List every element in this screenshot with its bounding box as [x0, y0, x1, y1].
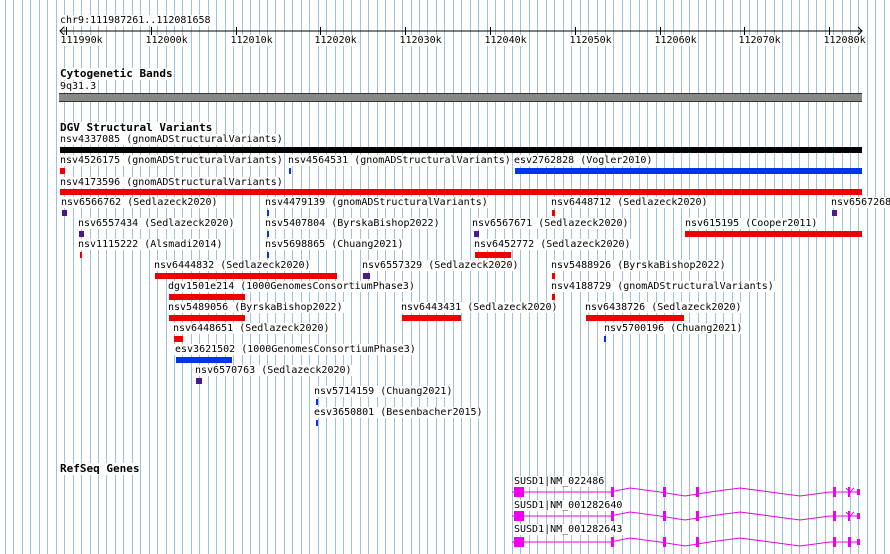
- sv-feature-nsv4173596[interactable]: [60, 189, 862, 195]
- sv-feature-esv3621502[interactable]: [176, 357, 232, 363]
- cytoband-bar[interactable]: [59, 93, 862, 102]
- feature-label: esv3621502 (1000GenomesConsortiumPhase3): [174, 344, 417, 355]
- feature-label: nsv6448651 (Sedlazeck2020): [172, 323, 331, 334]
- sv-feature-nsv5698865[interactable]: [267, 252, 269, 258]
- feature-label: nsv4479139 (gnomADStructuralVariants): [264, 197, 489, 208]
- feature-label: nsv6567671 (Sedlazeck2020): [471, 218, 630, 229]
- feature-label: nsv6557434 (Sedlazeck2020): [77, 218, 236, 229]
- feature-label: dgv1501e214 (1000GenomesConsortiumPhase3…: [167, 281, 416, 292]
- sv-feature-nsv5714159[interactable]: [316, 399, 318, 405]
- feature-label: nsv6448712 (Sedlazeck2020): [550, 197, 709, 208]
- dgv-track-title[interactable]: DGV Structural Variants: [59, 122, 214, 134]
- feature-label: nsv6444832 (Sedlazeck2020): [153, 260, 312, 271]
- ruler-tick-label: 112080k: [822, 35, 867, 46]
- ruler-tick-label: 112010k: [229, 35, 274, 46]
- sv-feature-nsv6567268[interactable]: [832, 210, 837, 216]
- feature-label: nsv1115222 (Alsmadi2014): [77, 239, 224, 250]
- transcript-NM_001282643[interactable]: [510, 535, 865, 549]
- cytoband-label: 9q31.3: [59, 81, 98, 92]
- sv-feature-esv3650801[interactable]: [316, 420, 318, 426]
- sv-feature-nsv6570763[interactable]: [196, 378, 202, 384]
- feature-label: nsv4526175 (gnomADStructuralVariants): [59, 155, 284, 166]
- feature-label: nsv6452772 (Sedlazeck2020): [473, 239, 632, 250]
- feature-label: nsv6557329 (Sedlazeck2020): [361, 260, 520, 271]
- sv-feature-esv2762828[interactable]: [515, 168, 862, 174]
- sv-feature-nsv4337085[interactable]: [60, 147, 862, 153]
- sv-feature-nsv5407804[interactable]: [267, 231, 269, 237]
- ruler-tick-label: 111990k: [59, 35, 104, 46]
- feature-label: nsv4173596 (gnomADStructuralVariants): [59, 177, 284, 188]
- feature-label: nsv4564531 (gnomADStructuralVariants): [287, 155, 512, 166]
- sv-feature-nsv6443431[interactable]: [402, 315, 461, 321]
- sv-feature-nsv615195[interactable]: [685, 231, 862, 237]
- sv-feature-nsv1115222[interactable]: [80, 252, 82, 258]
- transcript-NM_022486[interactable]: [510, 485, 865, 499]
- genome-browser-view: chr9:111987261..112081658 111990k 112000k…: [0, 0, 890, 554]
- feature-label: nsv6566762 (Sedlazeck2020): [60, 197, 219, 208]
- sv-feature-nsv6557329[interactable]: [363, 273, 370, 279]
- sv-feature-nsv6438726[interactable]: [586, 315, 684, 321]
- transcript-label: SUSD1|NM_001282643: [513, 524, 624, 535]
- ruler-tick-label: 112020k: [313, 35, 358, 46]
- cytoband-track-title[interactable]: Cytogenetic Bands: [59, 68, 174, 80]
- ruler-tick-label: 112070k: [737, 35, 782, 46]
- ruler-tick-label: 112040k: [483, 35, 528, 46]
- transcript-NM_001282640[interactable]: [510, 509, 865, 523]
- feature-label: nsv6438726 (Sedlazeck2020): [584, 302, 743, 313]
- sv-feature-nsv6448712[interactable]: [552, 210, 555, 216]
- feature-label: nsv5407804 (ByrskaBishop2022): [264, 218, 441, 229]
- feature-label: nsv5700196 (Chuang2021): [603, 323, 744, 334]
- sv-feature-nsv6452772[interactable]: [475, 252, 511, 258]
- refseq-track-title[interactable]: RefSeq Genes: [59, 463, 141, 475]
- sv-feature-nsv6557434[interactable]: [79, 231, 84, 237]
- feature-label: nsv615195 (Cooper2011): [684, 218, 819, 229]
- sv-feature-nsv5700196[interactable]: [604, 336, 606, 342]
- feature-label: nsv5698865 (Chuang2021): [264, 239, 405, 250]
- feature-label: nsv6567268: [830, 197, 890, 208]
- feature-label: nsv6443431 (Sedlazeck2020): [400, 302, 559, 313]
- sv-feature-nsv6567671[interactable]: [474, 231, 479, 237]
- sv-feature-dgv1501e214[interactable]: [169, 294, 245, 300]
- sv-feature-nsv6444832[interactable]: [155, 273, 337, 279]
- sv-feature-nsv4188729[interactable]: [552, 294, 555, 300]
- feature-label: esv2762828 (Vogler2010): [513, 155, 654, 166]
- sv-feature-nsv6448651[interactable]: [174, 336, 183, 342]
- ruler-tick-label: 112000k: [144, 35, 189, 46]
- feature-label: nsv5714159 (Chuang2021): [313, 386, 454, 397]
- feature-label: nsv4337085 (gnomADStructuralVariants): [59, 134, 284, 145]
- sv-feature-nsv4526175[interactable]: [60, 168, 65, 174]
- ruler-tick-label: 112030k: [398, 35, 443, 46]
- sv-feature-nsv5489056[interactable]: [169, 315, 245, 321]
- sv-feature-nsv5488926[interactable]: [552, 273, 555, 279]
- ruler-tick-label: 112060k: [653, 35, 698, 46]
- ruler-tick-label: 112050k: [568, 35, 613, 46]
- sv-feature-nsv6566762[interactable]: [62, 210, 67, 216]
- sv-feature-nsv4564531[interactable]: [289, 168, 291, 174]
- feature-label: nsv5489056 (ByrskaBishop2022): [167, 302, 344, 313]
- feature-label: nsv5488926 (ByrskaBishop2022): [550, 260, 727, 271]
- feature-label: esv3650801 (Besenbacher2015): [313, 407, 484, 418]
- sv-feature-nsv4479139[interactable]: [267, 210, 269, 216]
- feature-label: nsv6570763 (Sedlazeck2020): [194, 365, 353, 376]
- feature-label: nsv4188729 (gnomADStructuralVariants): [550, 281, 775, 292]
